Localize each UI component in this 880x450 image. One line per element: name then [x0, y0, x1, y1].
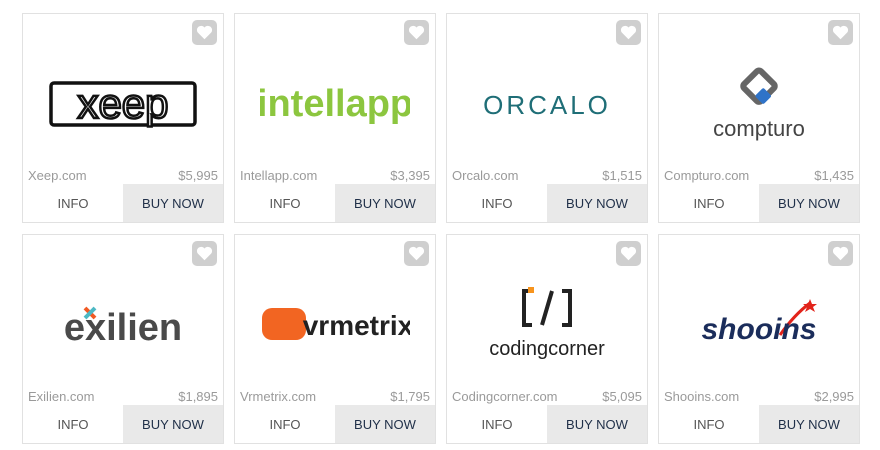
- info-button[interactable]: INFO: [23, 405, 123, 443]
- favorite-button[interactable]: [828, 241, 853, 266]
- domain-price: $1,795: [390, 389, 430, 404]
- logo-text: vrmetrix: [303, 310, 410, 341]
- domain-card-codingcorner[interactable]: codingcorner Codingcorner.com $5,095 INF…: [446, 234, 648, 444]
- domain-card-xeep[interactable]: xeep Xeep.com $5,995 INFO BUY NOW: [22, 13, 224, 223]
- domain-meta: Xeep.com $5,995: [23, 166, 223, 186]
- bracket-mark: [522, 287, 572, 327]
- domain-price: $2,995: [814, 389, 854, 404]
- favorite-button[interactable]: [616, 20, 641, 45]
- domain-name[interactable]: Compturo.com: [664, 168, 749, 183]
- heart-icon: [832, 25, 849, 40]
- logo-text: codingcorner: [489, 338, 605, 360]
- favorite-button[interactable]: [616, 241, 641, 266]
- info-button[interactable]: INFO: [23, 184, 123, 222]
- favorite-button[interactable]: [192, 20, 217, 45]
- domain-card-intellapp[interactable]: intellapp Intellapp.com $3,395 INFO BUY …: [234, 13, 436, 223]
- buy-now-button[interactable]: BUY NOW: [335, 405, 435, 443]
- domain-card-exilien[interactable]: exilien Exilien.com $1,895 INFO BUY NOW: [22, 234, 224, 444]
- domain-name[interactable]: Codingcorner.com: [452, 389, 558, 404]
- info-button[interactable]: INFO: [659, 405, 759, 443]
- domain-meta: Intellapp.com $3,395: [235, 166, 435, 186]
- logo-text: shooins: [701, 313, 816, 346]
- domain-meta: Codingcorner.com $5,095: [447, 387, 647, 407]
- domain-card-orcalo[interactable]: ORCALO Orcalo.com $1,515 INFO BUY NOW: [446, 13, 648, 223]
- domain-meta: Vrmetrix.com $1,795: [235, 387, 435, 407]
- domain-meta: Shooins.com $2,995: [659, 387, 859, 407]
- logo-exilien: exilien: [23, 265, 223, 385]
- domain-meta: Exilien.com $1,895: [23, 387, 223, 407]
- logo-text: exilien: [64, 307, 182, 349]
- info-button[interactable]: INFO: [447, 184, 547, 222]
- logo-intellapp: intellapp: [235, 44, 435, 164]
- buy-now-button[interactable]: BUY NOW: [123, 184, 223, 222]
- buy-now-button[interactable]: BUY NOW: [335, 184, 435, 222]
- heart-icon: [408, 246, 425, 261]
- buy-now-button[interactable]: BUY NOW: [547, 184, 647, 222]
- favorite-button[interactable]: [192, 241, 217, 266]
- domain-name[interactable]: Exilien.com: [28, 389, 94, 404]
- domain-price: $1,435: [814, 168, 854, 183]
- info-button[interactable]: INFO: [447, 405, 547, 443]
- heart-icon: [620, 246, 637, 261]
- domain-meta: Orcalo.com $1,515: [447, 166, 647, 186]
- logo-compturo: compturo: [659, 44, 859, 164]
- logo-text: xeep: [77, 80, 168, 127]
- domain-price: $5,095: [602, 389, 642, 404]
- favorite-button[interactable]: [828, 20, 853, 45]
- domain-name[interactable]: Intellapp.com: [240, 168, 317, 183]
- favorite-button[interactable]: [404, 20, 429, 45]
- info-button[interactable]: INFO: [235, 184, 335, 222]
- domain-card-vrmetrix[interactable]: vrmetrix Vrmetrix.com $1,795 INFO BUY NO…: [234, 234, 436, 444]
- info-button[interactable]: INFO: [659, 184, 759, 222]
- domain-name[interactable]: Vrmetrix.com: [240, 389, 316, 404]
- heart-icon: [620, 25, 637, 40]
- logo-orcalo: ORCALO: [447, 44, 647, 164]
- star-icon: [803, 299, 817, 312]
- heart-icon: [832, 246, 849, 261]
- buy-now-button[interactable]: BUY NOW: [759, 184, 859, 222]
- heart-icon: [196, 25, 213, 40]
- domain-price: $1,895: [178, 389, 218, 404]
- domain-meta: Compturo.com $1,435: [659, 166, 859, 186]
- heart-icon: [196, 246, 213, 261]
- domain-price: $3,395: [390, 168, 430, 183]
- logo-text: intellapp: [260, 83, 410, 125]
- domain-price: $1,515: [602, 168, 642, 183]
- buy-now-button[interactable]: BUY NOW: [547, 405, 647, 443]
- info-button[interactable]: INFO: [235, 405, 335, 443]
- logo-shooins: shooins: [659, 265, 859, 385]
- favorite-button[interactable]: [404, 241, 429, 266]
- logo-xeep: xeep: [23, 44, 223, 164]
- domain-card-shooins[interactable]: shooins Shooins.com $2,995 INFO BUY NOW: [658, 234, 860, 444]
- buy-now-button[interactable]: BUY NOW: [123, 405, 223, 443]
- domain-card-compturo[interactable]: compturo Compturo.com $1,435 INFO BUY NO…: [658, 13, 860, 223]
- domain-price: $5,995: [178, 168, 218, 183]
- logo-vrmetrix: vrmetrix: [235, 265, 435, 385]
- heart-icon: [408, 25, 425, 40]
- domain-name[interactable]: Shooins.com: [664, 389, 739, 404]
- buy-now-button[interactable]: BUY NOW: [759, 405, 859, 443]
- logo-text: compturo: [713, 116, 805, 141]
- logo-codingcorner: codingcorner: [447, 265, 647, 385]
- domain-name[interactable]: Xeep.com: [28, 168, 87, 183]
- domain-name[interactable]: Orcalo.com: [452, 168, 518, 183]
- domain-grid: xeep Xeep.com $5,995 INFO BUY NOW intell…: [0, 0, 880, 450]
- logo-text: ORCALO: [483, 90, 611, 120]
